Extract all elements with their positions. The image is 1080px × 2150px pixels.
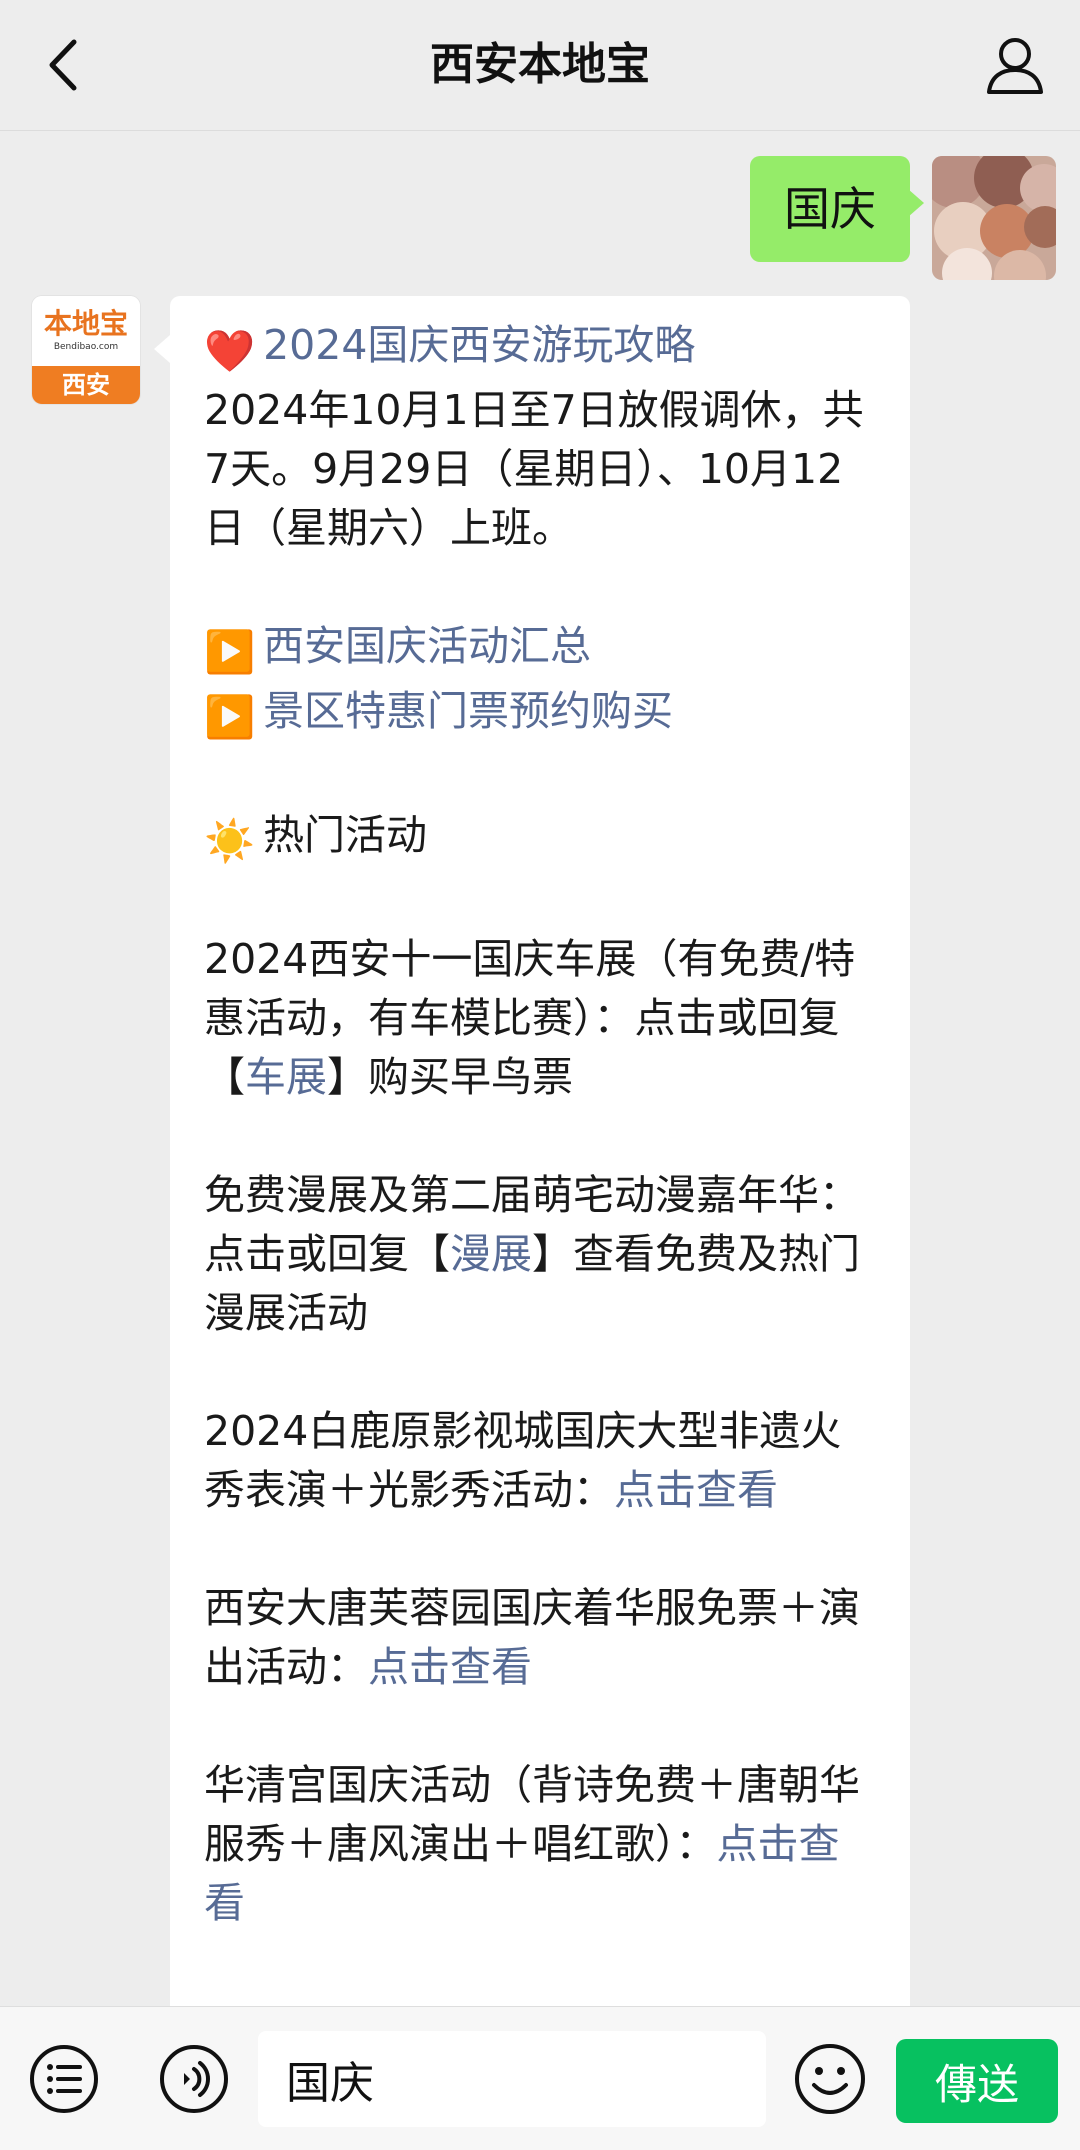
logo-text: 本地宝 <box>43 307 128 340</box>
message-title-line[interactable]: ❤️ 2024国庆西安游玩攻略 <box>204 316 880 381</box>
link-line-activities[interactable]: ▶️ 西安国庆活动汇总 <box>204 617 880 682</box>
play-icon: ▶️ <box>204 628 256 676</box>
list-menu-icon[interactable] <box>28 2043 100 2115</box>
account-avatar[interactable]: 本地宝 Bendibao.com 西安 <box>32 296 140 404</box>
view-link[interactable]: 点击查看 <box>368 1643 532 1691</box>
outgoing-message[interactable]: 国庆 <box>750 156 910 262</box>
tickets-link[interactable]: 景区特惠门票预约购买 <box>263 687 673 735</box>
play-icon: ▶️ <box>204 693 256 741</box>
holiday-text: 2024年10月1日至7日放假调休，共7天。9月29日（星期日）、10月12日（… <box>204 386 864 552</box>
heart-icon: ❤️ <box>204 327 256 375</box>
link-line-tickets[interactable]: ▶️ 景区特惠门票预约购买 <box>204 682 880 747</box>
incoming-bubble-tail <box>154 335 170 363</box>
voice-icon[interactable] <box>158 2043 230 2115</box>
title-link[interactable]: 2024国庆西安游玩攻略 <box>263 321 695 369</box>
activities-summary-link[interactable]: 西安国庆活动汇总 <box>263 622 591 670</box>
comic-show-link[interactable]: 漫展 <box>450 1230 532 1278</box>
activity-item-comic-show: 免费漫展及第二届萌宅动漫嘉年华：点击或回复【漫展】查看免费及热门漫展活动 <box>204 1171 860 1337</box>
view-link[interactable]: 点击查看 <box>614 1466 778 1514</box>
activity-item-furong-garden: 西安大唐芙蓉园国庆着华服免票＋演出活动：点击查看 <box>204 1584 860 1691</box>
user-avatar[interactable] <box>932 156 1056 280</box>
sun-icon: ☀️ <box>204 817 256 865</box>
message-input[interactable] <box>258 2031 766 2127</box>
section-label: 热门活动 <box>263 811 428 859</box>
logo-domain: Bendibao.com <box>53 342 119 352</box>
activity-item-car-show: 2024西安十一国庆车展（有免费/特惠活动，有车模比赛）：点击或回复【车展】购买… <box>204 935 856 1101</box>
section-heading: ☀️ 热门活动 <box>204 806 880 871</box>
logo: 本地宝 Bendibao.com <box>32 296 140 366</box>
activity-item-bailuyuan: 2024白鹿原影视城国庆大型非遗火秀表演＋光影秀活动：点击查看 <box>204 1407 842 1514</box>
car-show-link[interactable]: 车展 <box>245 1053 327 1101</box>
send-button[interactable]: 傳送 <box>896 2039 1058 2123</box>
incoming-message: ❤️ 2024国庆西安游玩攻略 2024年10月1日至7日放假调休，共7天。9月2… <box>170 296 910 2006</box>
activity-item-huaqing-palace: 华清宫国庆活动（背诗免费＋唐朝华服秀＋唐风演出＋唱红歌）：点击查看 <box>204 1761 860 1927</box>
page-title: 西安本地宝 <box>430 39 650 90</box>
logo-city: 西安 <box>32 366 140 404</box>
person-icon[interactable] <box>980 30 1050 100</box>
outgoing-bubble-tail <box>908 189 924 217</box>
smiley-icon[interactable] <box>792 2041 868 2117</box>
top-bar: 西安本地宝 <box>0 0 1080 131</box>
input-bar: 傳送 <box>0 2006 1080 2150</box>
chat-area[interactable]: 国庆 本地宝 Bendibao.com 西安 ❤️ 2024国庆西安游玩攻略 20… <box>0 131 1080 2006</box>
